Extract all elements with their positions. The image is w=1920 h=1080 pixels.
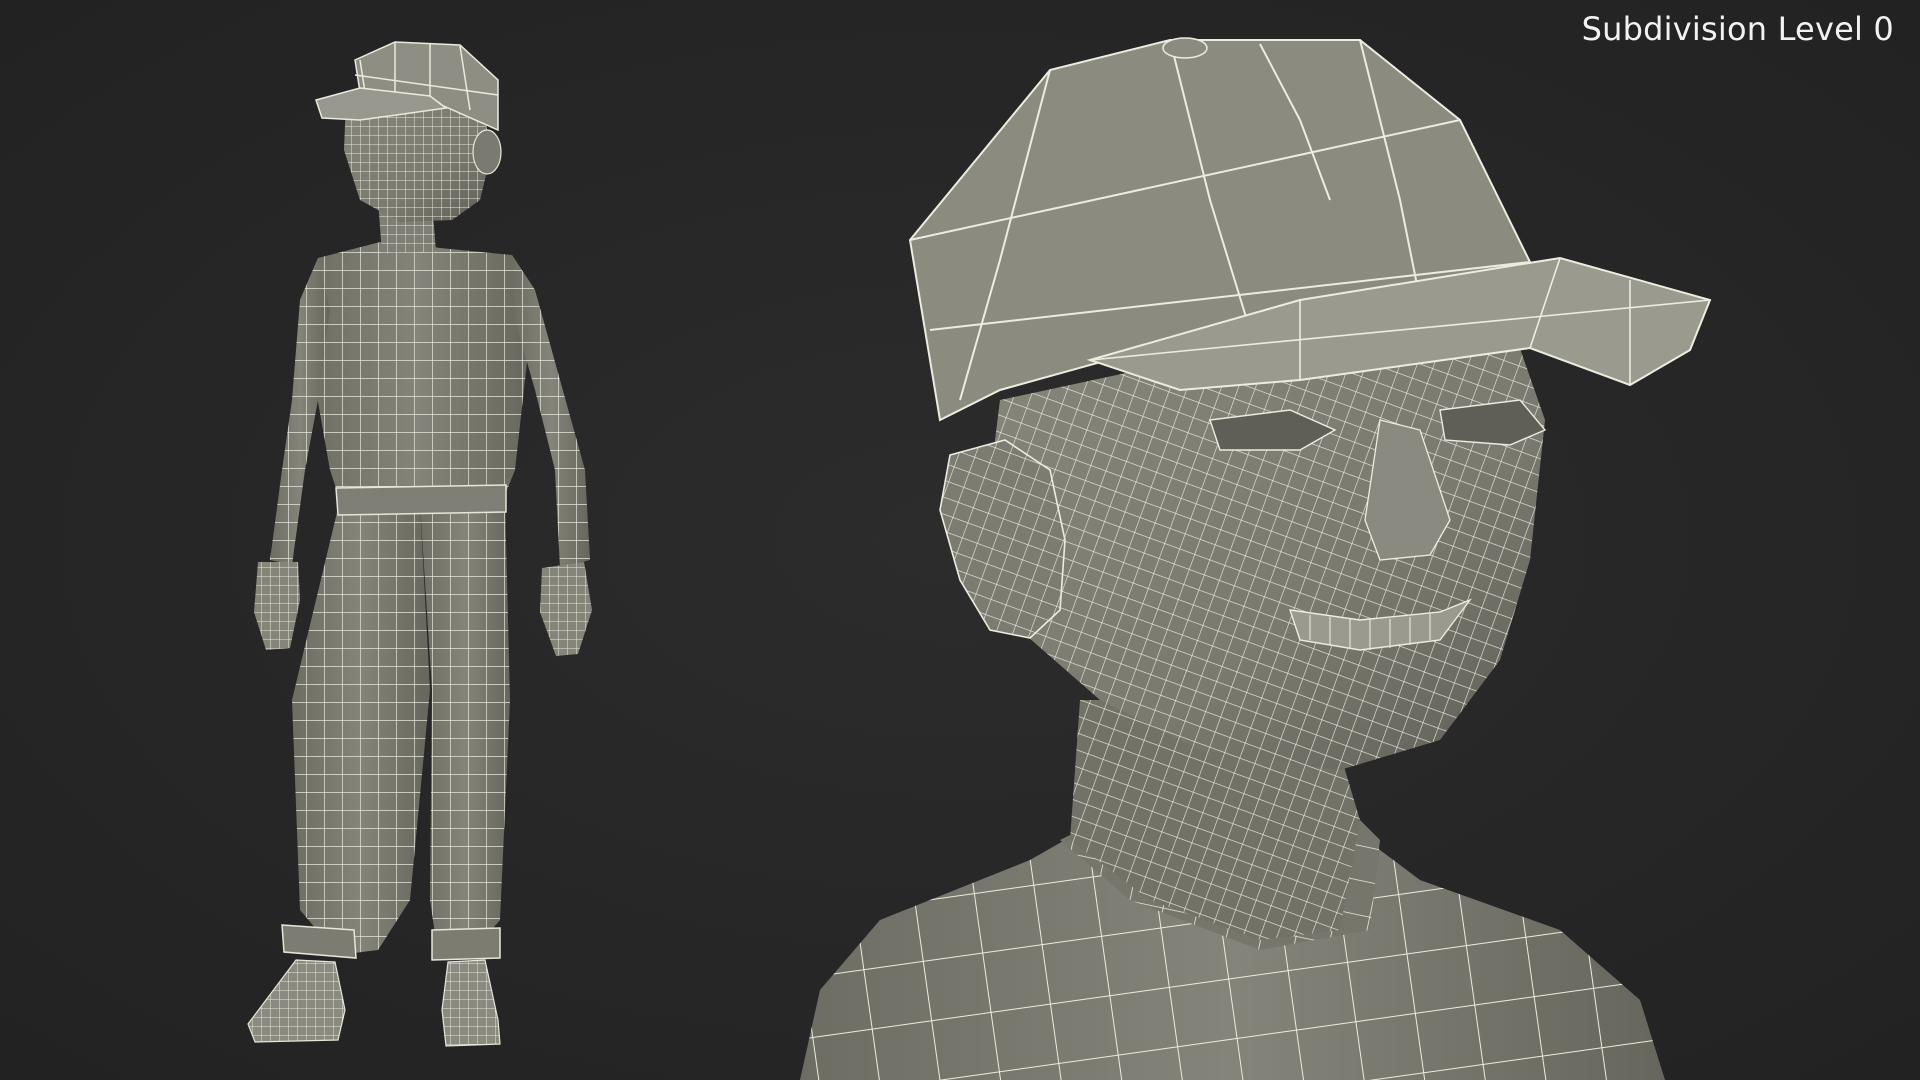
render-viewport: Subdivision Level 0: [0, 0, 1920, 1080]
head-closeup-figure: [800, 37, 1712, 1080]
full-body-wireframe-view: [247, 37, 1712, 1080]
full-body-figure: [247, 41, 592, 1047]
subdivision-level-label: Subdivision Level 0: [1581, 10, 1894, 48]
